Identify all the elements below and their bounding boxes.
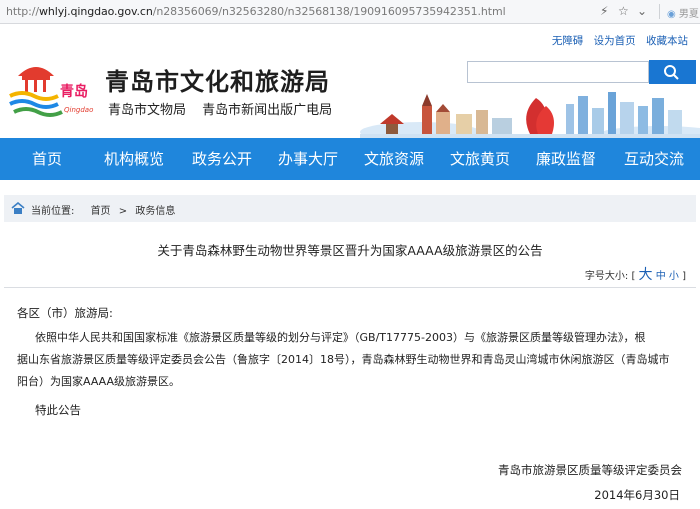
font-size-label: 字号大小: <box>584 271 629 282</box>
main-nav: 首页 机构概览 政务公开 办事大厅 文旅资源 文旅黄页 廉政监督 互动交流 <box>0 138 700 180</box>
site-header: 无障碍 设为首页 收藏本站 青岛 Qingdao 青岛市文化和旅游局 青岛市文物… <box>0 24 700 138</box>
font-medium-button[interactable]: 中 <box>656 271 666 282</box>
article-closing: 特此公告 <box>35 403 81 417</box>
font-size-bracket-open: [ <box>631 271 636 282</box>
nav-item-resources[interactable]: 文旅资源 <box>356 138 432 180</box>
article-signature: 青岛市旅游景区质量等级评定委员会 <box>498 463 682 477</box>
font-size-bracket-close: ] <box>682 271 686 282</box>
search-input[interactable] <box>467 61 649 83</box>
url-prefix: http:// <box>6 5 39 18</box>
subtitle-relics: 青岛市文物局 <box>108 103 187 118</box>
bookmark-link[interactable]: 收藏本站 <box>646 35 688 47</box>
nav-item-yellow-pages[interactable]: 文旅黄页 <box>442 138 518 180</box>
article-body-line-3: 阳台）为国家AAAA级旅游景区。 <box>17 375 181 388</box>
article-title: 关于青岛森林野生动物世界等景区晋升为国家AAAA级旅游景区的公告 <box>157 243 543 258</box>
site-title: 青岛市文化和旅游局 <box>105 67 330 96</box>
font-size-switcher: 字号大小: [ 大 中 小 ] <box>585 264 686 284</box>
browser-address-bar[interactable]: http://whlyj.qingdao.gov.cn/n28356069/n3… <box>0 0 700 24</box>
logo-text: 青岛 <box>60 83 88 100</box>
breadcrumb: 当前位置: 首页 > 政务信息 <box>4 195 696 222</box>
shield-icon: ◉ <box>667 9 676 20</box>
nav-item-interaction[interactable]: 互动交流 <box>614 138 694 180</box>
site-logo[interactable]: 青岛 Qingdao <box>8 56 104 118</box>
breadcrumb-label: 当前位置: <box>31 206 75 217</box>
url-host: whlyj.qingdao.gov.cn <box>39 5 153 18</box>
toolbar-separator <box>659 4 660 19</box>
breadcrumb-home[interactable]: 首页 <box>91 206 111 217</box>
search-icon <box>664 65 679 80</box>
extension-text: 男夏 <box>678 9 699 20</box>
article-divider <box>4 287 696 288</box>
article-body-line-1: 依照中华人民共和国国家标准《旅游景区质量等级的划分与评定》（GB/T17775-… <box>35 331 646 344</box>
accessibility-link[interactable]: 无障碍 <box>552 35 584 47</box>
article-salutation: 各区（市）旅游局: <box>17 306 113 320</box>
article-body-line-2: 据山东省旅游景区质量等级评定委员会公告（鲁旅字〔2014〕18号），青岛森林野生… <box>17 353 670 366</box>
city-skyline-illustration <box>360 84 700 138</box>
font-small-button[interactable]: 小 <box>669 271 679 282</box>
nav-item-home[interactable]: 首页 <box>14 138 80 180</box>
breadcrumb-text: 当前位置: 首页 > 政务信息 <box>31 202 180 217</box>
font-large-button[interactable]: 大 <box>639 267 653 283</box>
url-path: /n28356069/n32563280/n32568138/190916095… <box>152 5 506 18</box>
top-links: 无障碍 设为首页 收藏本站 <box>545 33 688 48</box>
set-homepage-link[interactable]: 设为首页 <box>594 35 636 47</box>
star-icon[interactable]: ☆ <box>618 4 629 18</box>
subtitle-press: 青岛市新闻出版广电局 <box>202 103 333 118</box>
nav-item-overview[interactable]: 机构概览 <box>96 138 172 180</box>
home-icon <box>11 202 25 214</box>
chevron-down-icon[interactable]: ⌄ <box>637 4 647 18</box>
site-subtitles: 青岛市文物局 青岛市新闻出版广电局 <box>108 99 344 118</box>
url-text[interactable]: http://whlyj.qingdao.gov.cn/n28356069/n3… <box>6 5 506 18</box>
nav-item-government-affairs[interactable]: 政务公开 <box>184 138 260 180</box>
logo-text-en: Qingdao <box>64 106 93 114</box>
breadcrumb-current[interactable]: 政务信息 <box>135 206 175 217</box>
nav-item-integrity[interactable]: 廉政监督 <box>528 138 604 180</box>
article-date: 2014年6月30日 <box>594 488 680 502</box>
nav-item-service-hall[interactable]: 办事大厅 <box>270 138 346 180</box>
extension-label[interactable]: ◉ 男夏 <box>667 5 699 20</box>
lightning-icon[interactable]: ⚡ <box>600 4 608 18</box>
search-button[interactable] <box>649 60 696 84</box>
breadcrumb-separator: > <box>118 206 128 217</box>
